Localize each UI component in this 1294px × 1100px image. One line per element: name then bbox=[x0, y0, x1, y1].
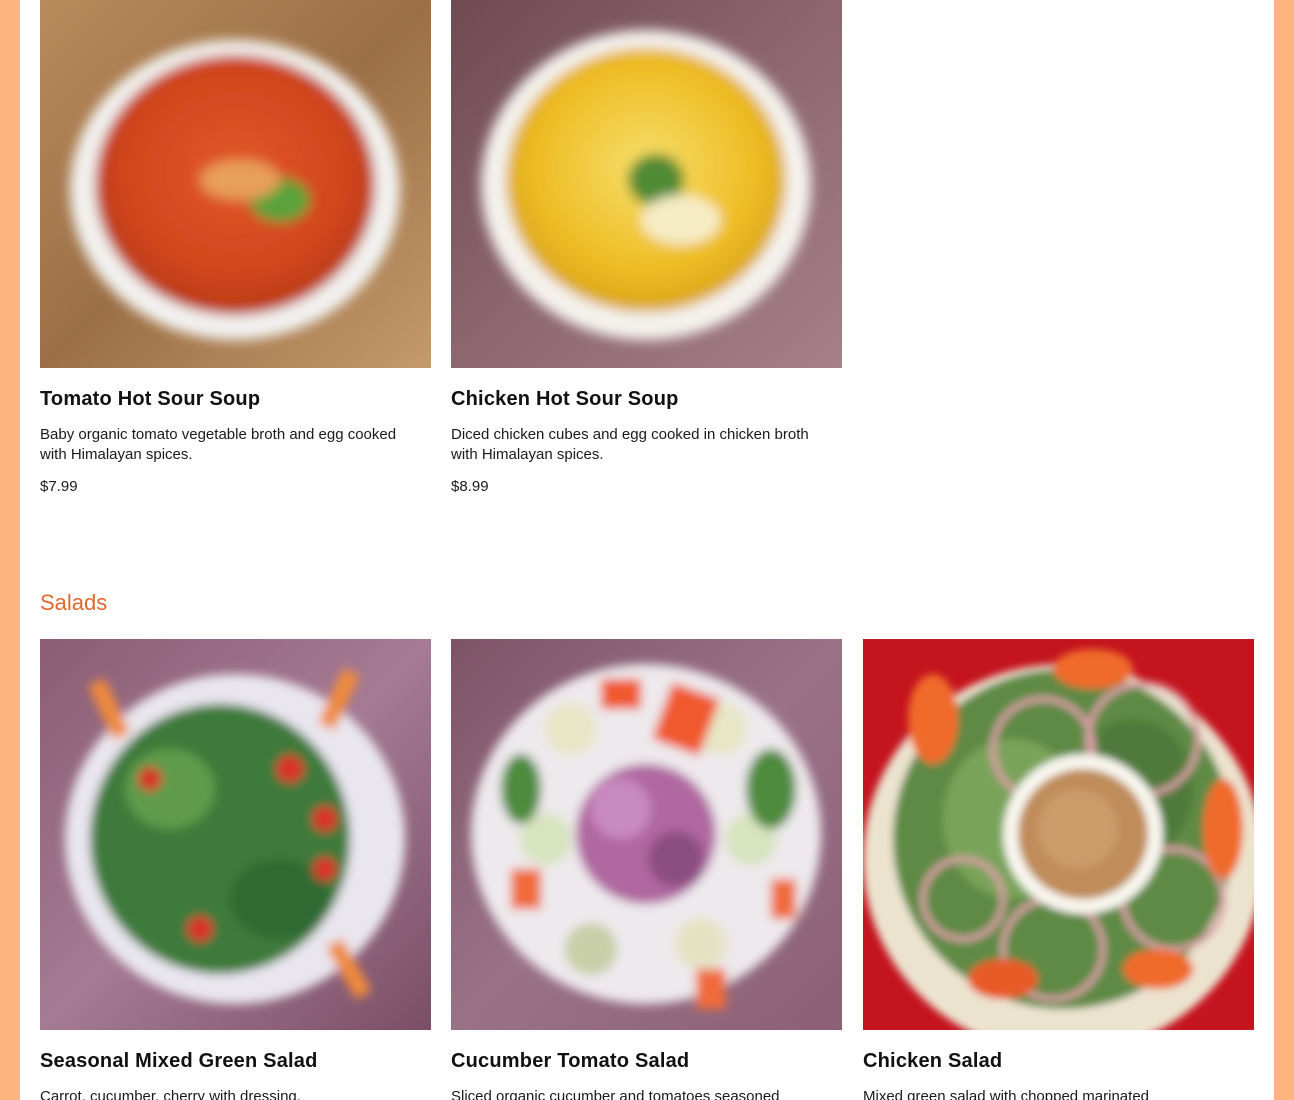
menu-item-card[interactable]: Cucumber Tomato Salad Sliced organic cuc… bbox=[451, 639, 842, 1100]
menu-item-card[interactable]: Tomato Hot Sour Soup Baby organic tomato… bbox=[40, 0, 431, 495]
menu-item-card[interactable]: Seasonal Mixed Green Salad Carrot, cucum… bbox=[40, 639, 431, 1100]
dish-description: Mixed green salad with chopped marinated bbox=[863, 1088, 1150, 1100]
menu-page: Tomato Hot Sour Soup Baby organic tomato… bbox=[20, 0, 1274, 1100]
dish-price: $8.99 bbox=[451, 478, 489, 495]
dish-name: Tomato Hot Sour Soup bbox=[40, 388, 261, 410]
dish-description: Diced chicken cubes and egg cooked in ch… bbox=[451, 426, 809, 463]
menu-item-card[interactable]: Chicken Hot Sour Soup Diced chicken cube… bbox=[451, 0, 842, 495]
dish-description: Carrot, cucumber, cherry with dressing. bbox=[40, 1088, 301, 1100]
section-title-salads: Salads bbox=[40, 590, 108, 615]
dish-name: Chicken Hot Sour Soup bbox=[451, 388, 679, 410]
chicken-salad-photo bbox=[863, 639, 1254, 1030]
dish-description: Baby organic tomato vegetable broth and … bbox=[40, 426, 397, 463]
cucumber-tomato-salad-photo bbox=[451, 639, 842, 1030]
menu-item-card[interactable]: Chicken Salad Mixed green salad with cho… bbox=[863, 639, 1254, 1100]
tomato-soup-photo bbox=[40, 0, 431, 368]
dish-price: $7.99 bbox=[40, 478, 78, 495]
dish-name: Cucumber Tomato Salad bbox=[451, 1050, 690, 1072]
dish-description: Sliced organic cucumber and tomatoes sea… bbox=[451, 1088, 780, 1100]
chicken-soup-photo bbox=[451, 0, 842, 368]
dish-name: Seasonal Mixed Green Salad bbox=[40, 1050, 318, 1072]
dish-name: Chicken Salad bbox=[863, 1050, 1003, 1072]
mixed-green-salad-photo bbox=[40, 639, 431, 1030]
